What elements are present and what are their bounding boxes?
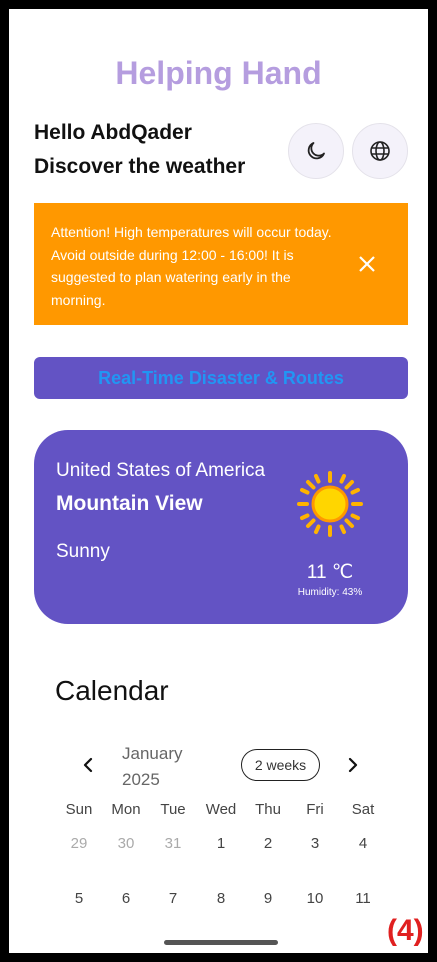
calendar-day[interactable]: 9 [250,890,286,907]
calendar-day[interactable]: 5 [61,890,97,907]
calendar-year: 2025 [122,770,160,789]
moon-icon [307,142,325,160]
calendar-month-label: January 2025 [122,741,182,793]
home-indicator[interactable] [164,940,278,945]
weekday-label: Tue [160,801,186,818]
calendar-day[interactable]: 29 [61,835,97,852]
sun-icon [297,471,363,537]
screenshot-label: (4) [387,914,424,947]
weather-country: United States of America [56,460,266,481]
calendar-day[interactable]: 31 [155,835,191,852]
calendar-day[interactable]: 2 [250,835,286,852]
weekday-label: Fri [306,801,324,818]
theme-toggle-button[interactable] [288,123,344,179]
weekday-label: Sat [351,801,375,818]
language-button[interactable] [352,123,408,179]
weather-city: Mountain View [56,492,203,515]
weekday-label: Sun [65,801,93,818]
alert-close-button[interactable] [352,249,382,279]
chevron-left-icon [83,757,93,773]
calendar-month: January [122,744,183,763]
disaster-routes-button[interactable]: Real-Time Disaster & Routes [34,357,408,399]
calendar-day[interactable]: 10 [297,890,333,907]
weather-card[interactable]: United States of America Mountain View S… [34,430,408,624]
calendar-title: Calendar [55,675,169,706]
calendar-day[interactable]: 11 [345,890,381,907]
weekday-label: Wed [205,801,237,818]
weekday-label: Mon [111,801,141,818]
weather-humidity: Humidity: 43% [297,587,363,598]
calendar-day[interactable]: 1 [203,835,239,852]
calendar-day[interactable]: 4 [345,835,381,852]
heat-alert-banner: Attention! High temperatures will occur … [34,203,408,325]
alert-text: Attention! High temperatures will occur … [51,224,332,308]
weather-condition: Sunny [56,541,110,562]
weekday-label: Thu [255,801,281,818]
calendar-day[interactable]: 6 [108,890,144,907]
greeting-text: Hello AbdQader [34,121,192,144]
calendar-day[interactable]: 3 [297,835,333,852]
calendar-day[interactable]: 8 [203,890,239,907]
globe-icon [370,141,390,161]
calendar-next-button[interactable] [341,753,365,777]
app-screen: Helping Hand Hello AbdQader Discover the… [9,9,428,953]
calendar-day[interactable]: 30 [108,835,144,852]
subtitle-text: Discover the weather [34,155,246,178]
calendar-day[interactable]: 7 [155,890,191,907]
calendar-format-button[interactable]: 2 weeks [241,749,320,781]
close-icon [359,256,375,272]
calendar-prev-button[interactable] [76,753,100,777]
app-title: Helping Hand [115,55,322,91]
chevron-right-icon [348,757,358,773]
weather-temperature: 11 ℃ [306,562,354,583]
